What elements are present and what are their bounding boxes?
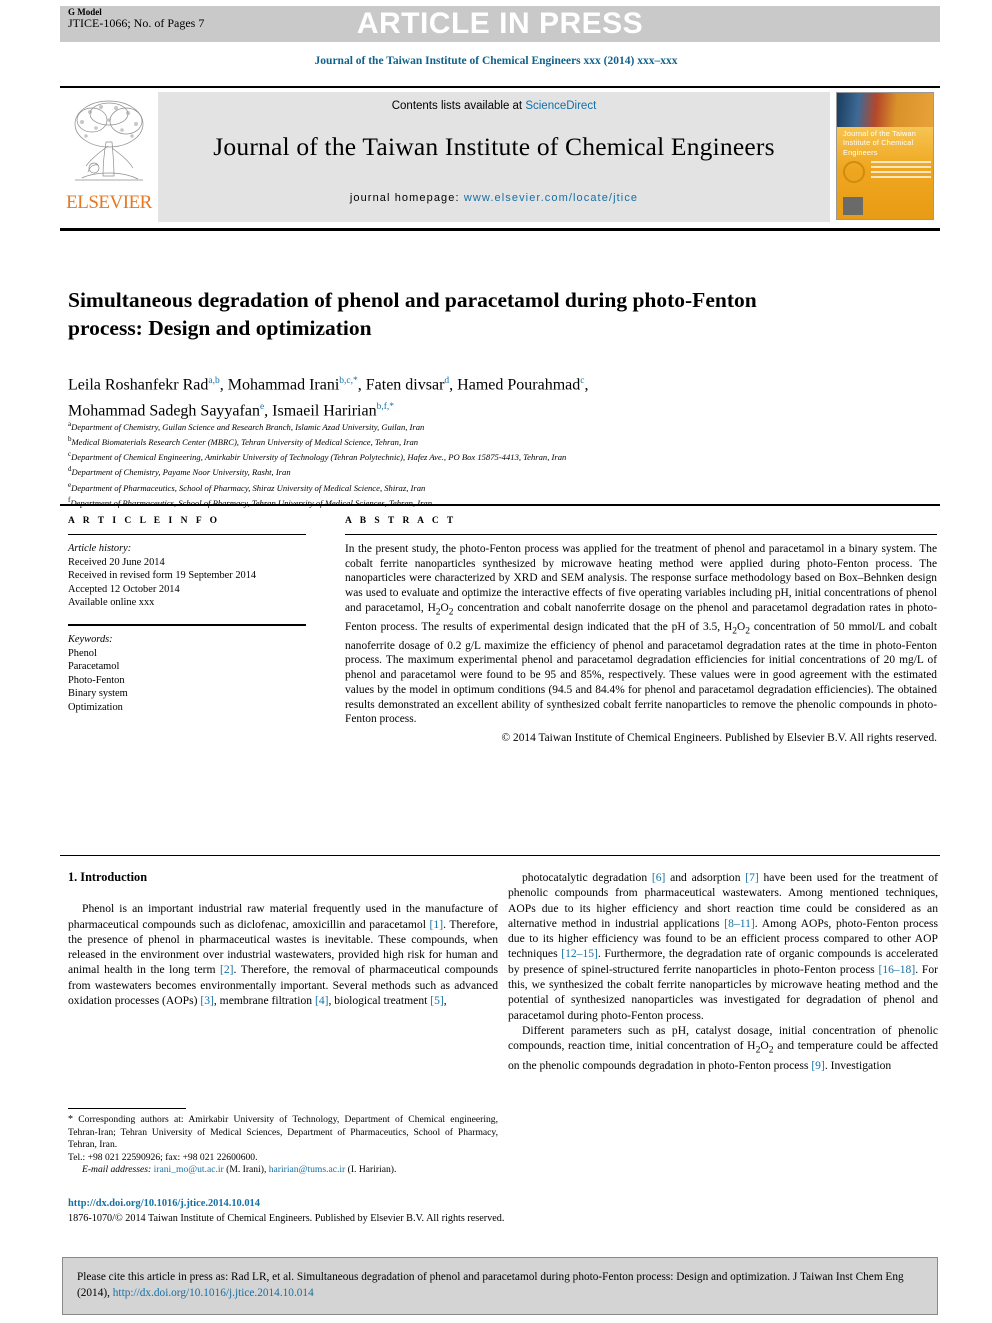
abstract-copyright: © 2014 Taiwan Institute of Chemical Engi… (501, 732, 937, 744)
email-label: E-mail addresses: (82, 1164, 152, 1176)
author-affil-marker: e (259, 402, 265, 413)
history-item: Received 20 June 2014 (68, 556, 165, 568)
body-paragraph: photocatalytic degradation [6] and adsor… (508, 871, 939, 1022)
author-affil-marker: a,b (208, 376, 220, 386)
abstract-text: In the present study, the photo-Fenton p… (345, 543, 937, 726)
running-head: Journal of the Taiwan Institute of Chemi… (314, 55, 678, 67)
article-info-column: A R T I C L E I N F O Article history: R… (68, 516, 306, 715)
contents-list-line: Contents lists available at ScienceDirec… (158, 100, 830, 112)
divider (68, 534, 306, 535)
affiliation-text: Department of Pharmaceutics, School of P… (70, 497, 433, 508)
masthead-bottom-rule (60, 228, 940, 231)
affiliation-item: aDepartment of Chemistry, Guilan Science… (68, 418, 928, 433)
author-affil-marker: b,f,* (376, 402, 394, 413)
elsevier-wordmark: ELSEVIER (66, 192, 152, 213)
article-history-label: Article history: (68, 543, 132, 554)
homepage-prefix: journal homepage: (349, 192, 464, 204)
author-name: Hamed Pourahmad (457, 376, 581, 394)
article-info-heading: A R T I C L E I N F O (68, 516, 221, 526)
cover-emblem-icon (843, 161, 865, 183)
article-history-block: Article history: Received 20 June 2014 R… (68, 542, 306, 610)
doi-link[interactable]: http://dx.doi.org/10.1016/j.jtice.2014.1… (68, 1198, 508, 1209)
cite-this-article-box: Please cite this article in press as: Ra… (62, 1257, 938, 1315)
email-owner-irani: (M. Irani) (226, 1164, 264, 1176)
footnote-rule (68, 1108, 186, 1110)
email-note: E-mail addresses: irani_mo@ut.ac.ir (M. … (82, 1164, 397, 1176)
affiliation-item: cDepartment of Chemical Engineering, Ami… (68, 448, 928, 463)
email-owner-haririan: (I. Haririan) (347, 1164, 394, 1176)
cover-elsevier-mark-icon (843, 197, 863, 215)
elsevier-logo: ELSEVIER (66, 94, 152, 220)
contact-phone-note: Tel.: +98 021 22590926; fax: +98 021 226… (68, 1151, 258, 1163)
body-paragraph: Phenol is an important industrial raw ma… (68, 902, 498, 1008)
manuscript-id-label: JTICE-1066; No. of Pages 7 (68, 16, 205, 30)
asterisk-icon: * (68, 1114, 73, 1125)
author-name: Mohammad Irani (227, 376, 340, 394)
page-title: Simultaneous degradation of phenol and p… (68, 288, 757, 341)
author-name: Leila Roshanfekr Rad (68, 376, 209, 394)
email-link-irani[interactable]: irani_mo@ut.ac.ir (154, 1164, 224, 1175)
cover-journal-title: Journal of the Taiwan Institute of Chemi… (843, 129, 917, 157)
issn-copyright-line: 1876-1070/© 2014 Taiwan Institute of Che… (68, 1213, 505, 1224)
cite-text: Please cite this article in press as: Ra… (77, 1269, 925, 1301)
author-affil-marker: c (580, 376, 585, 386)
affiliation-item: eDepartment of Pharmaceutics, School of … (68, 479, 928, 494)
abstract-top-rule (60, 504, 940, 506)
history-item: Accepted 12 October 2014 (68, 583, 180, 595)
body-paragraph: Different parameters such as pH, catalys… (508, 1023, 938, 1072)
elsevier-tree-icon (70, 94, 148, 190)
keywords-block: Keywords: Phenol Paracetamol Photo-Fento… (68, 633, 306, 715)
journal-homepage-link[interactable]: www.elsevier.com/locate/jtice (464, 192, 638, 204)
affiliation-text: Medical Biomaterials Research Center (MB… (71, 437, 419, 448)
article-page: ARTICLE IN PRESS G Model JTICE-1066; No.… (0, 0, 992, 1323)
corresponding-author-note: * Corresponding authors at: Amirkabir Un… (68, 1114, 498, 1152)
abstract-column: A B S T R A C T In the present study, th… (345, 516, 937, 746)
history-item: Available online xxx (68, 597, 155, 609)
author-list: Leila Roshanfekr Rada,b, Mohammad Iranib… (68, 376, 589, 420)
divider (68, 623, 306, 626)
section-heading-introduction: 1. Introduction (68, 870, 148, 884)
keyword-item: Phenol (68, 647, 97, 659)
affiliation-text: Department of Chemistry, Payame Noor Uni… (71, 467, 291, 478)
divider (345, 534, 937, 535)
journal-homepage-line: journal homepage: www.elsevier.com/locat… (158, 192, 830, 204)
keyword-item: Photo-Fenton (68, 674, 125, 686)
contents-prefix: Contents lists available at (391, 100, 526, 112)
keyword-item: Paracetamol (68, 661, 120, 673)
affiliation-item: dDepartment of Chemistry, Payame Noor Un… (68, 463, 928, 478)
cover-photo-strip (837, 93, 933, 127)
affiliation-list: aDepartment of Chemistry, Guilan Science… (68, 418, 928, 509)
affiliation-text: Department of Chemistry, Guilan Science … (71, 421, 425, 432)
masthead-top-rule (60, 86, 940, 88)
cover-text-lines (871, 161, 931, 181)
keyword-item: Optimization (68, 701, 123, 713)
sciencedirect-link[interactable]: ScienceDirect (525, 100, 596, 112)
affiliation-item: fDepartment of Pharmaceutics, School of … (68, 494, 928, 509)
corresponding-author-text: Corresponding authors at: Amirkabir Univ… (68, 1114, 498, 1151)
abstract-heading: A B S T R A C T (345, 516, 457, 526)
g-model-block: G Model JTICE-1066; No. of Pages 7 (68, 7, 204, 29)
footnote-block: * Corresponding authors at: Amirkabir Un… (68, 1114, 498, 1177)
keyword-item: Binary system (68, 688, 128, 700)
body-column-right: photocatalytic degradation [6] and adsor… (508, 870, 938, 1073)
body-column-left: 1. Introduction Phenol is an important i… (68, 870, 498, 1008)
author-affil-marker: b,c,* (339, 376, 358, 386)
email-link-haririan[interactable]: haririan@tums.ac.ir (269, 1164, 346, 1175)
body-top-rule (60, 855, 940, 857)
affiliation-text: Department of Chemical Engineering, Amir… (71, 452, 567, 463)
affiliation-text: Department of Pharmaceutics, School of P… (71, 482, 426, 493)
journal-title: Journal of the Taiwan Institute of Chemi… (213, 132, 775, 161)
author-name: Faten divsar (365, 376, 445, 394)
affiliation-item: bMedical Biomaterials Research Center (M… (68, 433, 928, 448)
author-affil-marker: d (444, 376, 450, 386)
journal-cover-thumbnail: Journal of the Taiwan Institute of Chemi… (836, 92, 934, 220)
history-item: Received in revised form 19 September 20… (68, 570, 257, 582)
keywords-label: Keywords: (68, 633, 113, 645)
cite-doi-link[interactable]: http://dx.doi.org/10.1016/j.jtice.2014.1… (113, 1287, 314, 1299)
